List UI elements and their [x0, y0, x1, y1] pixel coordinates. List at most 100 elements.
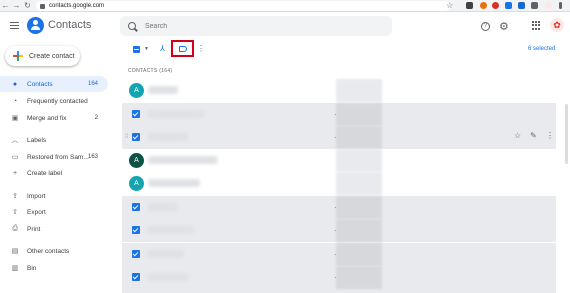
- app-bar: Contacts ? ⚙ ✿: [0, 12, 570, 40]
- label-icon: ▭: [11, 154, 19, 161]
- contact-phone: [336, 149, 382, 172]
- table-row[interactable]: A: [122, 149, 556, 172]
- manage-labels-button[interactable]: [171, 40, 194, 57]
- reload-icon[interactable]: ↻: [22, 0, 33, 11]
- browser-chrome: ← → ↻ contacts.google.com ☆: [0, 0, 570, 12]
- help-icon[interactable]: ?: [481, 22, 490, 31]
- sidebar-item-label: Labels: [27, 136, 47, 144]
- export-icon: ⇧: [12, 209, 18, 216]
- select-dropdown-icon[interactable]: ▼: [144, 46, 149, 52]
- sidebar-item-restored-label[interactable]: ▭ Restored from Sam... 163: [0, 149, 108, 165]
- table-row[interactable]: [122, 219, 556, 242]
- sidebar-item-label: Print: [27, 225, 41, 233]
- browser-menu-icon[interactable]: [559, 2, 562, 9]
- scrollbar[interactable]: [565, 104, 568, 164]
- sidebar-item-other-contacts[interactable]: ▤ Other contacts: [0, 243, 108, 259]
- contact-name: [148, 156, 218, 164]
- sidebar-item-count: 2: [94, 115, 98, 121]
- contact-avatar[interactable]: A: [129, 83, 144, 98]
- sidebar-item-import[interactable]: ⇪ Import: [0, 188, 108, 204]
- row-checkbox[interactable]: [132, 203, 140, 211]
- account-avatar[interactable]: ✿: [550, 18, 564, 32]
- extension-icon-4[interactable]: [505, 2, 512, 9]
- sidebar-item-contacts[interactable]: ● Contacts 164: [0, 76, 108, 92]
- contact-name: [148, 226, 194, 234]
- table-row[interactable]: [122, 266, 556, 293]
- sidebar-labels-header[interactable]: ︿ Labels: [0, 132, 108, 148]
- bookmark-star-icon[interactable]: ☆: [446, 1, 453, 10]
- extension-icon-1[interactable]: [466, 2, 473, 9]
- sidebar-item-label: Other contacts: [27, 247, 70, 255]
- extensions-puzzle-icon[interactable]: [531, 2, 538, 9]
- profile-icon[interactable]: [545, 2, 552, 9]
- label-icon: [178, 45, 187, 52]
- contact-phone: [336, 126, 382, 149]
- other-contacts-icon: ▤: [11, 248, 19, 255]
- row-checkbox[interactable]: [132, 226, 140, 234]
- row-checkbox[interactable]: [132, 110, 140, 118]
- search-bar[interactable]: [120, 16, 392, 36]
- main-menu-icon[interactable]: [10, 22, 19, 29]
- sidebar-item-label: Create label: [27, 169, 63, 177]
- sidebar-item-bin[interactable]: ▥ Bin: [0, 260, 108, 276]
- address-bar[interactable]: contacts.google.com: [36, 1, 450, 11]
- contacts-logo-icon[interactable]: [27, 17, 44, 34]
- sidebar-item-label: Contacts: [27, 80, 53, 88]
- search-input[interactable]: [145, 22, 385, 30]
- sidebar-item-label: Export: [27, 208, 46, 216]
- contact-phone: [336, 172, 382, 195]
- sidebar-item-label: Restored from Sam...: [27, 153, 89, 161]
- extension-icon-2[interactable]: [480, 2, 487, 9]
- sidebar-item-merge-and-fix[interactable]: ▣ Merge and fix 2: [0, 110, 108, 126]
- contact-avatar[interactable]: A: [129, 153, 144, 168]
- contact-phone: [336, 219, 382, 242]
- extension-icon-3[interactable]: [492, 2, 499, 9]
- row-more-icon[interactable]: ⋮: [546, 131, 554, 140]
- table-row[interactable]: A: [122, 79, 556, 102]
- search-icon[interactable]: [128, 22, 136, 30]
- sidebar-item-label: Import: [27, 192, 46, 200]
- print-icon: ⎙: [12, 225, 18, 232]
- star-icon[interactable]: ☆: [514, 131, 521, 140]
- edit-pencil-icon[interactable]: ✎: [530, 131, 537, 140]
- drag-handle-icon[interactable]: ⁞⁞: [125, 134, 128, 140]
- sidebar-item-count: 164: [87, 81, 98, 87]
- table-row[interactable]: [122, 243, 556, 266]
- contact-phone: [336, 243, 382, 266]
- more-actions-icon[interactable]: ⋮: [197, 44, 205, 53]
- table-row[interactable]: [122, 196, 556, 219]
- back-icon[interactable]: ←: [0, 0, 11, 11]
- extension-icon-5[interactable]: [518, 2, 525, 9]
- table-row[interactable]: A: [122, 172, 556, 195]
- contacts-section-header: CONTACTS (164): [128, 68, 173, 74]
- contact-phone: [336, 79, 382, 102]
- forward-icon[interactable]: →: [11, 0, 22, 11]
- sidebar-item-label: Merge and fix: [27, 114, 67, 122]
- create-contact-button[interactable]: Create contact: [5, 46, 80, 66]
- contact-name: [148, 110, 204, 118]
- sidebar-item-create-label[interactable]: + Create label: [0, 165, 108, 181]
- row-checkbox[interactable]: [132, 133, 140, 141]
- row-checkbox[interactable]: [132, 250, 140, 258]
- contact-name: [148, 273, 188, 281]
- chevron-up-icon: ︿: [11, 137, 19, 144]
- sidebar-item-count: 163: [87, 154, 98, 160]
- sidebar-item-frequently-contacted[interactable]: ◔ Frequently contacted: [0, 93, 108, 109]
- contact-phone: [336, 196, 382, 219]
- url-text: contacts.google.com: [49, 3, 105, 9]
- contact-phone: [336, 103, 382, 126]
- contact-avatar[interactable]: A: [129, 176, 144, 191]
- sidebar-item-export[interactable]: ⇧ Export: [0, 204, 108, 220]
- table-row[interactable]: [122, 126, 556, 149]
- row-checkbox[interactable]: [132, 273, 140, 281]
- selection-count: 6 selected: [528, 46, 556, 52]
- select-all-checkbox[interactable]: [133, 46, 140, 53]
- import-icon: ⇪: [12, 193, 18, 200]
- table-row[interactable]: [122, 103, 556, 126]
- merge-icon[interactable]: ⅄: [160, 44, 165, 53]
- apps-grid-icon[interactable]: [532, 21, 541, 30]
- settings-gear-icon[interactable]: ⚙: [499, 20, 509, 33]
- sidebar-item-print[interactable]: ⎙ Print: [0, 221, 108, 237]
- contact-name: [148, 250, 184, 258]
- sidebar-item-label: Bin: [27, 264, 37, 272]
